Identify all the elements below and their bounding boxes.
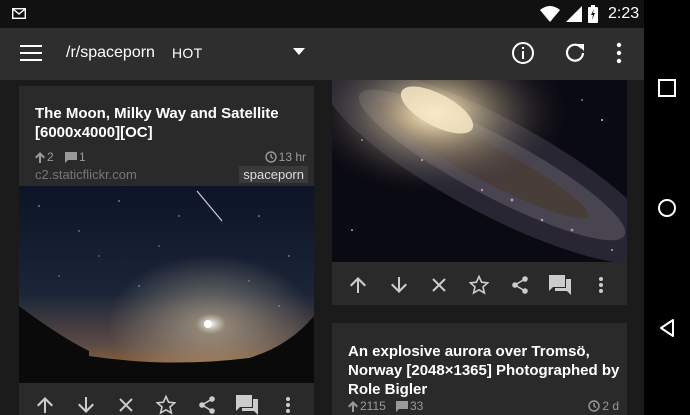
- signal-icon: [566, 6, 582, 22]
- share-icon[interactable]: [508, 273, 532, 297]
- info-icon[interactable]: [511, 41, 535, 65]
- share-icon[interactable]: [195, 393, 219, 415]
- clock-icon: [588, 400, 601, 412]
- clock-icon: [264, 151, 277, 163]
- post-age: 13 hr: [264, 150, 306, 164]
- vote-count: 2: [35, 150, 54, 164]
- comments-icon[interactable]: [235, 393, 259, 415]
- downvote-icon[interactable]: [387, 273, 411, 297]
- back-icon[interactable]: [657, 318, 677, 338]
- dropdown-icon[interactable]: [293, 48, 305, 56]
- upvote-icon[interactable]: [346, 273, 370, 297]
- star-icon[interactable]: [467, 273, 491, 297]
- menu-icon[interactable]: [20, 44, 42, 62]
- subreddit-tag[interactable]: spaceporn: [239, 166, 308, 183]
- vote-count-text: 2: [47, 150, 54, 164]
- post-title[interactable]: The Moon, Milky Way and Satellite [6000x…: [35, 104, 305, 142]
- upvote-small-icon: [348, 400, 358, 412]
- post-actions: [332, 266, 627, 304]
- more-icon[interactable]: [614, 42, 624, 64]
- hide-icon[interactable]: [114, 393, 138, 415]
- comment-count-text: 1: [79, 150, 86, 164]
- post-title[interactable]: An explosive aurora over Tromsö, Norway …: [348, 342, 620, 399]
- wifi-icon: [540, 6, 560, 22]
- post-actions: [19, 386, 314, 415]
- vote-count: 2115: [348, 399, 386, 413]
- star-icon[interactable]: [154, 393, 178, 415]
- post-card[interactable]: [332, 80, 627, 305]
- post-age-text: 13 hr: [278, 150, 306, 164]
- more-options-icon[interactable]: [276, 393, 300, 415]
- comment-count-text: 33: [410, 399, 424, 413]
- downvote-icon[interactable]: [74, 393, 98, 415]
- more-options-icon[interactable]: [589, 273, 613, 297]
- comment-count: 33: [396, 399, 423, 413]
- comment-small-icon: [65, 151, 77, 163]
- post-domain[interactable]: c2.staticflickr.com: [35, 167, 137, 182]
- comment-small-icon: [396, 400, 408, 412]
- post-card[interactable]: An explosive aurora over Tromsö, Norway …: [332, 323, 627, 415]
- subreddit-title[interactable]: /r/spaceporn: [66, 44, 155, 62]
- mail-icon: [12, 8, 26, 19]
- upvote-icon[interactable]: [33, 393, 57, 415]
- sort-selector[interactable]: HOT: [172, 45, 202, 61]
- status-bar: 2:23: [0, 0, 644, 28]
- comments-icon[interactable]: [548, 273, 572, 297]
- post-feed[interactable]: The Moon, Milky Way and Satellite [6000x…: [0, 80, 644, 415]
- status-time: 2:23: [608, 5, 640, 22]
- post-age: 2 d: [588, 399, 619, 413]
- refresh-icon[interactable]: [563, 41, 587, 65]
- vote-count-text: 2115: [360, 399, 386, 413]
- upvote-small-icon: [35, 151, 45, 163]
- home-icon[interactable]: [657, 198, 677, 218]
- post-image[interactable]: [19, 186, 314, 383]
- app-bar: /r/spaceporn HOT: [0, 28, 644, 80]
- post-card[interactable]: The Moon, Milky Way and Satellite [6000x…: [19, 86, 314, 415]
- recents-icon[interactable]: [657, 78, 677, 98]
- comment-count: 1: [65, 150, 86, 164]
- hide-icon[interactable]: [427, 273, 451, 297]
- navigation-bar: [644, 0, 690, 415]
- battery-icon: [588, 5, 598, 23]
- post-age-text: 2 d: [602, 399, 619, 413]
- post-image[interactable]: [332, 80, 627, 262]
